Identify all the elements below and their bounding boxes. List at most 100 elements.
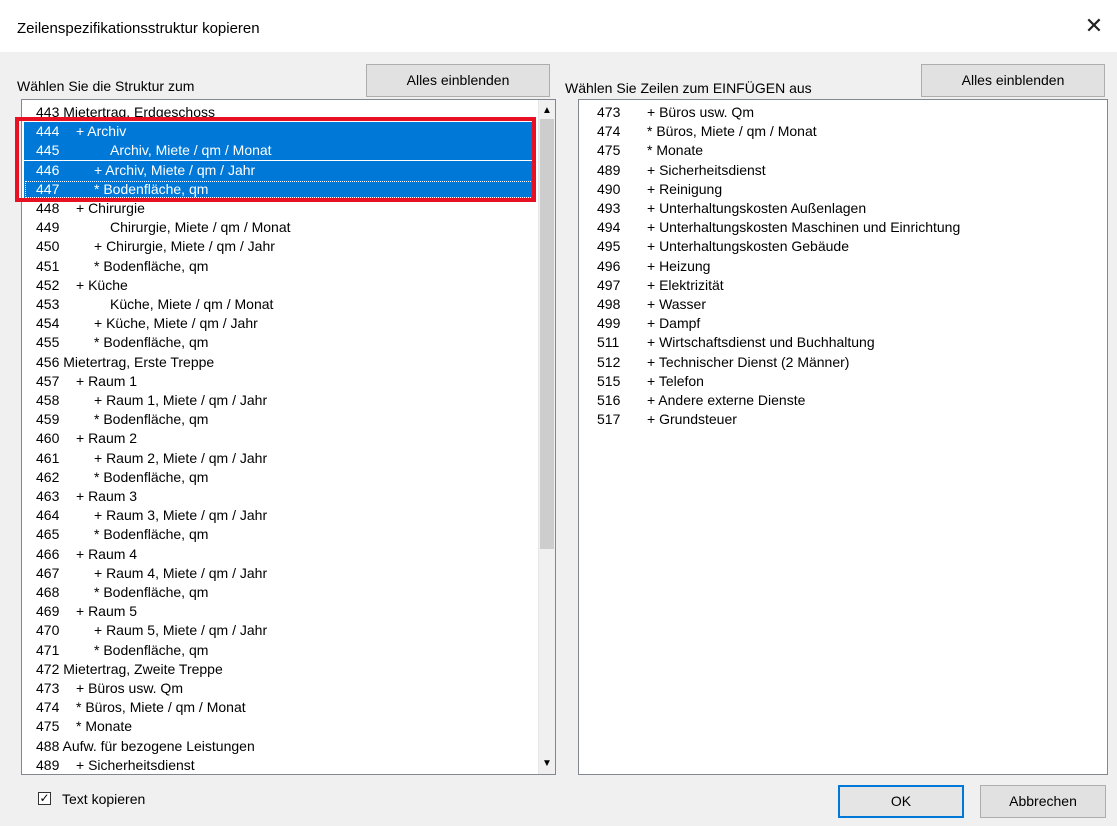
row-label: + Büros usw. Qm: [76, 680, 183, 696]
row-label: + Sicherheitsdienst: [76, 756, 195, 773]
insert-row[interactable]: 498 + Wasser: [581, 295, 1101, 314]
insert-row[interactable]: 475 * Monate: [581, 141, 1101, 160]
row-number: 517: [597, 411, 621, 428]
structure-row[interactable]: 448 + Chirurgie: [24, 199, 536, 218]
structure-row[interactable]: 472 Mietertrag, Zweite Treppe: [24, 660, 536, 679]
row-label: + Raum 4: [76, 545, 138, 562]
row-number: 447: [36, 180, 60, 197]
structure-row[interactable]: 451 * Bodenfläche, qm: [24, 257, 536, 276]
cancel-button[interactable]: Abbrechen: [980, 785, 1106, 818]
structure-row[interactable]: 447 * Bodenfläche, qm: [24, 179, 536, 199]
right-show-all-button[interactable]: Alles einblenden: [921, 64, 1105, 97]
structure-row[interactable]: 455 * Bodenfläche, qm: [24, 333, 536, 352]
left-show-all-button[interactable]: Alles einblenden: [366, 64, 550, 97]
structure-list[interactable]: 443 Mietertrag, Erdgeschoss 444 + Archiv 44…: [21, 99, 556, 775]
row-number: 470: [36, 622, 60, 639]
structure-row[interactable]: 460 + Raum 2: [24, 429, 536, 448]
row-label: + Dampf: [647, 315, 701, 332]
row-number: 461: [36, 449, 60, 466]
insert-row[interactable]: 474 * Büros, Miete / qm / Monat: [581, 122, 1101, 141]
scroll-down-icon[interactable]: ▼: [539, 755, 555, 772]
scroll-up-icon[interactable]: ▲: [539, 102, 555, 119]
row-number: 489: [36, 756, 60, 773]
copy-text-checkbox[interactable]: ✓: [38, 792, 51, 805]
structure-row[interactable]: 452 + Küche: [24, 276, 536, 295]
structure-row[interactable]: 459 * Bodenfläche, qm: [24, 410, 536, 429]
row-number: 455: [36, 334, 60, 351]
structure-row[interactable]: 488 Aufw. für bezogene Leistungen: [24, 737, 536, 756]
row-label: * Bodenfläche, qm: [94, 526, 209, 543]
row-label: 456 Mietertrag, Erste Treppe: [36, 353, 215, 370]
row-number: 457: [36, 372, 60, 389]
structure-row[interactable]: 463 + Raum 3: [24, 487, 536, 506]
left-scroll-thumb[interactable]: [540, 119, 554, 549]
structure-row[interactable]: 462 * Bodenfläche, qm: [24, 468, 536, 487]
insert-row[interactable]: 495 + Unterhaltungskosten Gebäude: [581, 237, 1101, 256]
row-number: 452: [36, 276, 60, 293]
structure-row[interactable]: 474 * Büros, Miete / qm / Monat: [24, 698, 536, 717]
structure-row[interactable]: 470 + Raum 5, Miete / qm / Jahr: [24, 621, 536, 640]
left-scrollbar[interactable]: ▲ ▼: [538, 100, 555, 774]
structure-row[interactable]: 471 * Bodenfläche, qm: [24, 641, 536, 660]
insert-row[interactable]: 490 + Reinigung: [581, 180, 1101, 199]
row-label: + Unterhaltungskosten Gebäude: [647, 238, 849, 255]
structure-row[interactable]: 465 * Bodenfläche, qm: [24, 525, 536, 544]
structure-row[interactable]: 475 * Monate: [24, 717, 536, 736]
row-label: + Chirurgie, Miete / qm / Jahr: [94, 238, 275, 255]
row-label: * Bodenfläche, qm: [94, 180, 209, 197]
insert-row[interactable]: 515 + Telefon: [581, 372, 1101, 391]
structure-row[interactable]: 464 + Raum 3, Miete / qm / Jahr: [24, 506, 536, 525]
close-icon[interactable]: ✕: [1079, 12, 1109, 42]
row-number: 494: [597, 219, 621, 236]
row-number: 474: [597, 123, 621, 140]
structure-row[interactable]: 467 + Raum 4, Miete / qm / Jahr: [24, 564, 536, 583]
insert-row[interactable]: 489 + Sicherheitsdienst: [581, 161, 1101, 180]
structure-row[interactable]: 445 Archiv, Miete / qm / Monat: [24, 141, 536, 161]
structure-row[interactable]: 453 Küche, Miete / qm / Monat: [24, 295, 536, 314]
ok-button[interactable]: OK: [838, 785, 964, 818]
structure-row[interactable]: 461 + Raum 2, Miete / qm / Jahr: [24, 449, 536, 468]
row-label: + Unterhaltungskosten Maschinen und Einr…: [647, 219, 961, 236]
row-number: 475: [597, 142, 621, 159]
structure-row[interactable]: 454 + Küche, Miete / qm / Jahr: [24, 314, 536, 333]
structure-row[interactable]: 473 + Büros usw. Qm: [24, 679, 536, 698]
structure-row[interactable]: 469 + Raum 5: [24, 602, 536, 621]
insert-row[interactable]: 516 + Andere externe Dienste: [581, 391, 1101, 410]
insert-row[interactable]: 499 + Dampf: [581, 314, 1101, 333]
insert-row[interactable]: 493 + Unterhaltungskosten Außenlagen: [581, 199, 1101, 218]
structure-row[interactable]: 450 + Chirurgie, Miete / qm / Jahr: [24, 237, 536, 256]
insert-row[interactable]: 473 + Büros usw. Qm: [581, 103, 1101, 122]
row-label: + Elektrizität: [647, 276, 724, 293]
insert-row[interactable]: 511 + Wirtschaftsdienst und Buchhaltung: [581, 333, 1101, 352]
row-number: 454: [36, 315, 60, 332]
right-panel-label: Wählen Sie Zeilen zum EINFÜGEN aus: [565, 80, 812, 96]
structure-row[interactable]: 489 + Sicherheitsdienst: [24, 756, 536, 774]
structure-row[interactable]: 444 + Archiv: [24, 122, 536, 142]
structure-row[interactable]: 468 * Bodenfläche, qm: [24, 583, 536, 602]
structure-row[interactable]: 446 + Archiv, Miete / qm / Jahr: [24, 160, 536, 180]
insert-row[interactable]: 497 + Elektrizität: [581, 276, 1101, 295]
row-number: 446: [36, 161, 60, 178]
structure-row[interactable]: 458 + Raum 1, Miete / qm / Jahr: [24, 391, 536, 410]
insert-row[interactable]: 517 + Grundsteuer: [581, 410, 1101, 429]
dialog-title: Zeilenspezifikationsstruktur kopieren: [17, 20, 260, 37]
structure-row[interactable]: 449 Chirurgie, Miete / qm / Monat: [24, 218, 536, 237]
row-label: + Chirurgie: [76, 200, 145, 216]
row-number: 489: [597, 161, 621, 178]
insert-row[interactable]: 494 + Unterhaltungskosten Maschinen und E…: [581, 218, 1101, 237]
structure-row[interactable]: 443 Mietertrag, Erdgeschoss: [24, 103, 536, 122]
row-label: + Raum 1, Miete / qm / Jahr: [94, 392, 268, 408]
insert-row[interactable]: 512 + Technischer Dienst (2 Männer): [581, 353, 1101, 372]
row-label: * Bodenfläche, qm: [94, 641, 209, 658]
insert-rows-list[interactable]: 473 + Büros usw. Qm 474 * Büros, Miete / qm…: [578, 99, 1108, 775]
structure-row[interactable]: 456 Mietertrag, Erste Treppe: [24, 353, 536, 372]
row-number: 462: [36, 468, 60, 485]
row-label: * Monate: [647, 142, 704, 159]
row-label: + Raum 4, Miete / qm / Jahr: [94, 564, 268, 581]
structure-row[interactable]: 457 + Raum 1: [24, 372, 536, 391]
insert-row[interactable]: 496 + Heizung: [581, 257, 1101, 276]
row-label: + Sicherheitsdienst: [647, 161, 766, 178]
structure-row[interactable]: 466 + Raum 4: [24, 545, 536, 564]
row-label: + Küche, Miete / qm / Jahr: [94, 315, 258, 332]
row-number: 490: [597, 180, 621, 197]
